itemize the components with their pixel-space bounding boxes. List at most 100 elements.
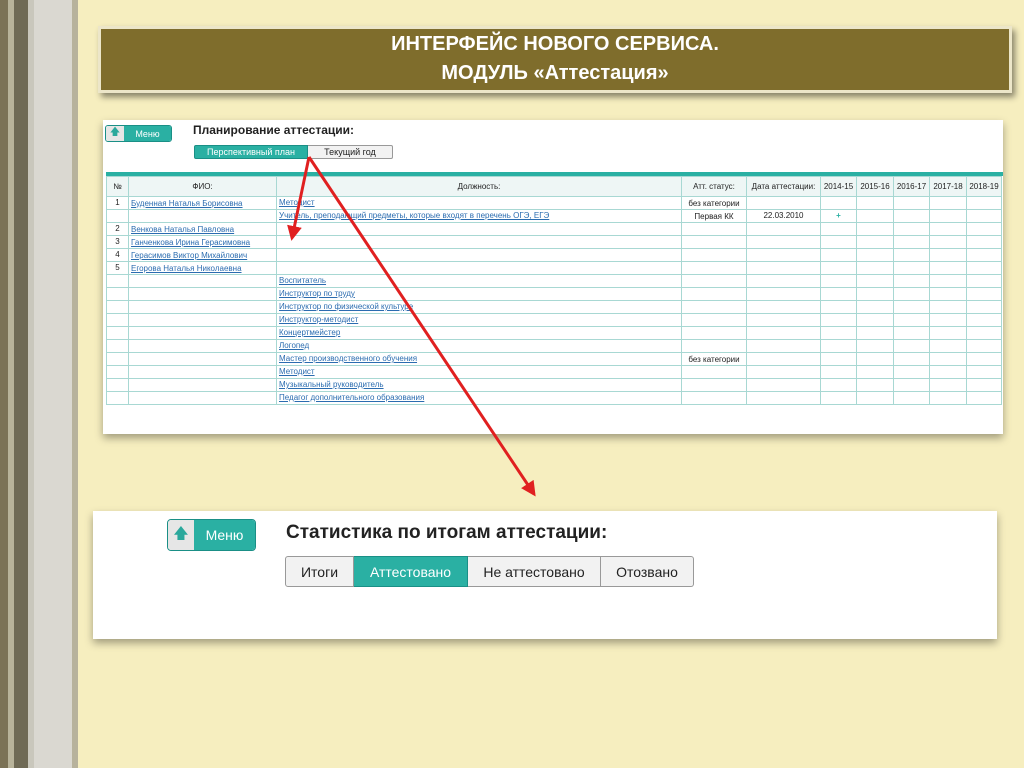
position-cell[interactable]: Методист bbox=[276, 196, 682, 210]
position-cell bbox=[276, 261, 682, 275]
tab-perspective-plan[interactable]: Перспективный план bbox=[194, 145, 308, 159]
year-2014-cell bbox=[820, 313, 857, 327]
column-header: № bbox=[106, 176, 129, 197]
year-cell bbox=[966, 326, 1002, 340]
tab-current-year[interactable]: Текущий год bbox=[308, 145, 393, 159]
row-number bbox=[106, 209, 129, 223]
position-cell[interactable]: Логопед bbox=[276, 339, 682, 353]
employee-name[interactable]: Буденная Наталья Борисовна bbox=[128, 196, 277, 210]
year-cell bbox=[893, 352, 930, 366]
tab-attested[interactable]: Аттестовано bbox=[354, 556, 468, 587]
date-cell bbox=[746, 378, 821, 392]
date-cell bbox=[746, 339, 821, 353]
year-2014-cell bbox=[820, 196, 857, 210]
table-row: Методист bbox=[106, 365, 1002, 379]
slide-title-line1: ИНТЕРФЕЙС НОВОГО СЕРВИСА. bbox=[391, 33, 719, 55]
year-2014-cell: + bbox=[820, 209, 857, 223]
position-cell[interactable]: Инструктор-методист bbox=[276, 313, 682, 327]
table-row: Концертмейстер bbox=[106, 326, 1002, 340]
year-2014-cell bbox=[820, 326, 857, 340]
year-cell bbox=[966, 248, 1002, 262]
row-number bbox=[106, 326, 129, 340]
year-cell bbox=[856, 274, 894, 288]
year-2014-cell bbox=[820, 235, 857, 249]
position-cell bbox=[276, 222, 682, 236]
menu-button[interactable]: 🡅 Меню bbox=[167, 519, 256, 551]
year-cell bbox=[893, 326, 930, 340]
tab-not-attested[interactable]: Не аттестовано bbox=[468, 556, 601, 587]
employee-name[interactable]: Егорова Наталья Николаевна bbox=[128, 261, 277, 275]
position-cell[interactable]: Музыкальный руководитель bbox=[276, 378, 682, 392]
year-cell bbox=[893, 222, 930, 236]
year-cell bbox=[966, 339, 1002, 353]
year-cell bbox=[856, 365, 894, 379]
year-2014-cell bbox=[820, 300, 857, 314]
row-number bbox=[106, 300, 129, 314]
arrow-up-icon: 🡅 bbox=[168, 520, 194, 550]
year-cell bbox=[856, 391, 894, 405]
table-row: Мастер производственного обучения без кат… bbox=[106, 352, 1002, 366]
status-cell bbox=[681, 313, 747, 327]
menu-button[interactable]: 🡅 Меню bbox=[105, 125, 172, 142]
row-number bbox=[106, 274, 129, 288]
column-header: Дата аттестации: bbox=[746, 176, 821, 197]
row-number: 3 bbox=[106, 235, 129, 249]
year-cell bbox=[966, 352, 1002, 366]
row-number: 5 bbox=[106, 261, 129, 275]
year-cell bbox=[893, 261, 930, 275]
decor-stripe bbox=[14, 0, 28, 768]
position-cell[interactable]: Педагог дополнительного образования bbox=[276, 391, 682, 405]
year-2014-cell bbox=[820, 222, 857, 236]
employee-name bbox=[128, 313, 277, 327]
year-cell bbox=[856, 196, 894, 210]
row-number bbox=[106, 352, 129, 366]
planning-table: № ФИО: Должность: Атт. статус: Дата аттестац… bbox=[106, 176, 1002, 405]
status-cell: Первая КК bbox=[681, 209, 747, 223]
decor-stripe bbox=[34, 0, 72, 768]
year-cell bbox=[929, 261, 967, 275]
row-number: 2 bbox=[106, 222, 129, 236]
status-cell bbox=[681, 365, 747, 379]
position-cell[interactable]: Инструктор по труду bbox=[276, 287, 682, 301]
arrow-up-icon: 🡅 bbox=[106, 126, 124, 141]
status-cell bbox=[681, 300, 747, 314]
position-cell[interactable]: Воспитатель bbox=[276, 274, 682, 288]
year-cell bbox=[856, 287, 894, 301]
position-cell bbox=[276, 248, 682, 262]
row-number bbox=[106, 287, 129, 301]
year-cell bbox=[966, 378, 1002, 392]
year-cell bbox=[966, 222, 1002, 236]
table-row: Инструктор-методист bbox=[106, 313, 1002, 327]
year-cell bbox=[966, 261, 1002, 275]
table-row: Педагог дополнительного образования bbox=[106, 391, 1002, 405]
row-number bbox=[106, 378, 129, 392]
year-cell bbox=[856, 248, 894, 262]
row-number bbox=[106, 391, 129, 405]
year-2014-cell bbox=[820, 248, 857, 262]
employee-name bbox=[128, 378, 277, 392]
position-cell[interactable]: Учитель, преподающий предметы, которые в… bbox=[276, 209, 682, 223]
employee-name[interactable]: Герасимов Виктор Михайлович bbox=[128, 248, 277, 262]
table-row: 1 Буденная Наталья Борисовна Методист без к… bbox=[106, 196, 1002, 210]
employee-name bbox=[128, 326, 277, 340]
tab-itogi[interactable]: Итоги bbox=[285, 556, 354, 587]
date-cell: 22.03.2010 bbox=[746, 209, 821, 223]
column-header: 2016-17 bbox=[893, 176, 930, 197]
employee-name[interactable]: Ганченкова Ирина Герасимовна bbox=[128, 235, 277, 249]
position-cell[interactable]: Методист bbox=[276, 365, 682, 379]
position-cell[interactable]: Мастер производственного обучения bbox=[276, 352, 682, 366]
year-cell bbox=[856, 339, 894, 353]
employee-name[interactable]: Венкова Наталья Павловна bbox=[128, 222, 277, 236]
position-cell[interactable]: Инструктор по физической культуре bbox=[276, 300, 682, 314]
column-header: 2018-19 bbox=[966, 176, 1002, 197]
year-cell bbox=[929, 391, 967, 405]
tab-revoked[interactable]: Отозвано bbox=[601, 556, 694, 587]
date-cell bbox=[746, 287, 821, 301]
year-cell bbox=[929, 222, 967, 236]
column-header: 2014-15 bbox=[820, 176, 857, 197]
employee-name bbox=[128, 287, 277, 301]
year-2014-cell bbox=[820, 274, 857, 288]
position-cell[interactable]: Концертмейстер bbox=[276, 326, 682, 340]
table-row: 2 Венкова Наталья Павловна bbox=[106, 222, 1002, 236]
status-cell bbox=[681, 326, 747, 340]
